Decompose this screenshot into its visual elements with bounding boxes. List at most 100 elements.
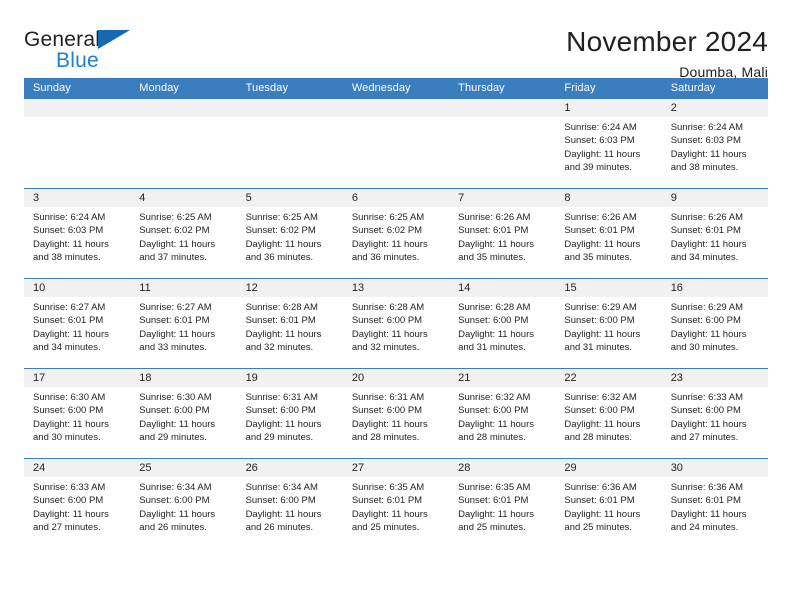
sunset-text: Sunset: 6:02 PM [245, 225, 316, 237]
day-details: Sunrise: 6:33 AM Sunset: 6:00 PM Daylight:… [662, 387, 768, 445]
calendar-day-cell[interactable]: 9 Sunrise: 6:26 AM Sunset: 6:01 PM Daylight… [661, 189, 768, 278]
calendar-day-cell[interactable]: 23 Sunrise: 6:33 AM Sunset: 6:00 PM Dayligh… [661, 369, 768, 458]
logo-triangle-icon [98, 30, 130, 49]
calendar-day-cell-empty [236, 99, 343, 188]
calendar-day-cell[interactable]: 15 Sunrise: 6:29 AM Sunset: 6:00 PM Dayligh… [555, 279, 662, 368]
day-details: Sunrise: 6:31 AM Sunset: 6:00 PM Daylight:… [237, 387, 343, 445]
calendar-day-cell[interactable]: 30 Sunrise: 6:36 AM Sunset: 6:01 PM Dayligh… [661, 459, 768, 548]
sunset-text: Sunset: 6:00 PM [139, 405, 210, 417]
weekday-header-row: Sunday Monday Tuesday Wednesday Thursday Frid… [24, 78, 768, 99]
general-blue-logo[interactable]: General Blue [24, 26, 136, 74]
day-number: 16 [661, 279, 768, 297]
day-number [24, 99, 131, 117]
day-number: 13 [342, 279, 450, 297]
daylight-text: Daylight: 11 hours and 25 minutes. [458, 508, 534, 534]
calendar-day-cell[interactable]: 3 Sunrise: 6:24 AM Sunset: 6:03 PM Daylight… [24, 189, 131, 278]
sunset-text: Sunset: 6:00 PM [458, 405, 529, 417]
day-number: 29 [555, 459, 662, 477]
calendar-day-cell[interactable]: 7 Sunrise: 6:26 AM Sunset: 6:01 PM Daylight… [449, 189, 556, 278]
daylight-text: Daylight: 11 hours and 34 minutes. [33, 328, 109, 354]
sunset-text: Sunset: 6:03 PM [564, 135, 635, 147]
calendar-week-row: 3 Sunrise: 6:24 AM Sunset: 6:03 PM Daylight… [24, 188, 768, 278]
calendar-day-cell[interactable]: 6 Sunrise: 6:25 AM Sunset: 6:02 PM Daylight… [342, 189, 450, 278]
daylight-text: Daylight: 11 hours and 34 minutes. [670, 238, 747, 264]
day-number: 8 [555, 189, 662, 207]
sunrise-text: Sunrise: 6:27 AM [139, 302, 212, 313]
calendar-day-cell[interactable]: 10 Sunrise: 6:27 AM Sunset: 6:01 PM Dayligh… [24, 279, 131, 368]
sunset-text: Sunset: 6:00 PM [670, 405, 741, 417]
calendar-day-cell[interactable]: 21 Sunrise: 6:32 AM Sunset: 6:00 PM Dayligh… [449, 369, 556, 458]
calendar-grid: Sunday Monday Tuesday Wednesday Thursday Frid… [24, 78, 768, 548]
page-header: General Blue November 2024 Doumba, Mali [24, 0, 768, 80]
daylight-text: Daylight: 11 hours and 35 minutes. [458, 238, 534, 264]
daylight-text: Daylight: 11 hours and 32 minutes. [245, 328, 322, 354]
calendar-day-cell[interactable]: 16 Sunrise: 6:29 AM Sunset: 6:00 PM Dayligh… [661, 279, 768, 368]
calendar-day-cell[interactable]: 4 Sunrise: 6:25 AM Sunset: 6:02 PM Daylight… [130, 189, 237, 278]
daylight-text: Daylight: 11 hours and 36 minutes. [351, 238, 428, 264]
day-number: 30 [661, 459, 768, 477]
calendar-day-cell[interactable]: 27 Sunrise: 6:35 AM Sunset: 6:01 PM Dayligh… [342, 459, 450, 548]
daylight-text: Daylight: 11 hours and 30 minutes. [33, 418, 109, 444]
calendar-day-cell[interactable]: 19 Sunrise: 6:31 AM Sunset: 6:00 PM Dayligh… [236, 369, 343, 458]
weekday-header-monday: Monday [139, 82, 180, 94]
sunset-text: Sunset: 6:01 PM [670, 225, 741, 237]
calendar-day-cell[interactable]: 12 Sunrise: 6:28 AM Sunset: 6:01 PM Dayligh… [236, 279, 343, 368]
sunset-text: Sunset: 6:01 PM [670, 495, 741, 507]
sunrise-text: Sunrise: 6:26 AM [670, 212, 744, 223]
daylight-text: Daylight: 11 hours and 35 minutes. [564, 238, 641, 264]
day-details: Sunrise: 6:25 AM Sunset: 6:02 PM Daylight:… [343, 207, 449, 265]
calendar-day-cell[interactable]: 17 Sunrise: 6:30 AM Sunset: 6:00 PM Dayligh… [24, 369, 131, 458]
sunrise-text: Sunrise: 6:28 AM [351, 302, 425, 313]
day-details: Sunrise: 6:24 AM Sunset: 6:03 PM Daylight:… [24, 207, 130, 265]
sunrise-text: Sunrise: 6:34 AM [139, 482, 212, 493]
sunrise-text: Sunrise: 6:29 AM [670, 302, 744, 313]
sunset-text: Sunset: 6:02 PM [139, 225, 210, 237]
calendar-day-cell[interactable]: 28 Sunrise: 6:35 AM Sunset: 6:01 PM Dayligh… [449, 459, 556, 548]
sunrise-text: Sunrise: 6:36 AM [670, 482, 744, 493]
sunset-text: Sunset: 6:02 PM [351, 225, 423, 237]
day-details: Sunrise: 6:24 AM Sunset: 6:03 PM Daylight:… [662, 117, 768, 175]
calendar-day-cell[interactable]: 20 Sunrise: 6:31 AM Sunset: 6:00 PM Dayligh… [342, 369, 450, 458]
calendar-day-cell[interactable]: 14 Sunrise: 6:28 AM Sunset: 6:00 PM Dayligh… [449, 279, 556, 368]
calendar-day-cell[interactable]: 8 Sunrise: 6:26 AM Sunset: 6:01 PM Daylight… [555, 189, 662, 278]
calendar-day-cell[interactable]: 5 Sunrise: 6:25 AM Sunset: 6:02 PM Daylight… [236, 189, 343, 278]
day-number: 12 [236, 279, 343, 297]
daylight-text: Daylight: 11 hours and 28 minutes. [351, 418, 428, 444]
day-number: 24 [24, 459, 131, 477]
calendar-day-cell[interactable]: 11 Sunrise: 6:27 AM Sunset: 6:01 PM Dayligh… [130, 279, 237, 368]
day-number: 7 [449, 189, 556, 207]
calendar-day-cell[interactable]: 18 Sunrise: 6:30 AM Sunset: 6:00 PM Dayligh… [130, 369, 237, 458]
calendar-day-cell-empty [24, 99, 131, 188]
sunset-text: Sunset: 6:01 PM [139, 315, 210, 327]
day-number: 23 [661, 369, 768, 387]
sunset-text: Sunset: 6:00 PM [564, 315, 635, 327]
day-details: Sunrise: 6:35 AM Sunset: 6:01 PM Daylight:… [343, 477, 449, 535]
day-number [449, 99, 556, 117]
day-details: Sunrise: 6:26 AM Sunset: 6:01 PM Daylight:… [662, 207, 768, 265]
calendar-day-cell[interactable]: 2 Sunrise: 6:24 AM Sunset: 6:03 PM Daylight… [661, 99, 768, 188]
daylight-text: Daylight: 11 hours and 26 minutes. [139, 508, 216, 534]
sunrise-text: Sunrise: 6:24 AM [564, 122, 637, 133]
sunrise-text: Sunrise: 6:35 AM [458, 482, 531, 493]
calendar-day-cell[interactable]: 24 Sunrise: 6:33 AM Sunset: 6:00 PM Dayligh… [24, 459, 131, 548]
calendar-day-cell[interactable]: 26 Sunrise: 6:34 AM Sunset: 6:00 PM Dayligh… [236, 459, 343, 548]
day-details: Sunrise: 6:29 AM Sunset: 6:00 PM Daylight:… [662, 297, 768, 355]
day-number [342, 99, 450, 117]
calendar-day-cell[interactable]: 1 Sunrise: 6:24 AM Sunset: 6:03 PM Daylight… [555, 99, 662, 188]
calendar-day-cell[interactable]: 25 Sunrise: 6:34 AM Sunset: 6:00 PM Dayligh… [130, 459, 237, 548]
day-number: 5 [236, 189, 343, 207]
calendar-day-cell-empty [449, 99, 556, 188]
calendar-week-row: 17 Sunrise: 6:30 AM Sunset: 6:00 PM Dayligh… [24, 368, 768, 458]
calendar-day-cell[interactable]: 29 Sunrise: 6:36 AM Sunset: 6:01 PM Dayligh… [555, 459, 662, 548]
day-details: Sunrise: 6:34 AM Sunset: 6:00 PM Daylight:… [130, 477, 236, 535]
calendar-day-cell[interactable]: 22 Sunrise: 6:32 AM Sunset: 6:00 PM Dayligh… [555, 369, 662, 458]
sunrise-text: Sunrise: 6:25 AM [139, 212, 212, 223]
day-number: 2 [661, 99, 768, 117]
page-title: November 2024 [566, 26, 768, 57]
calendar-day-cell[interactable]: 13 Sunrise: 6:28 AM Sunset: 6:00 PM Dayligh… [342, 279, 450, 368]
calendar-page: General Blue November 2024 Doumba, Mali … [0, 0, 792, 612]
sunrise-text: Sunrise: 6:32 AM [564, 392, 637, 403]
sunset-text: Sunset: 6:01 PM [458, 495, 529, 507]
calendar-week-row: 10 Sunrise: 6:27 AM Sunset: 6:01 PM Dayligh… [24, 278, 768, 368]
day-details: Sunrise: 6:36 AM Sunset: 6:01 PM Daylight:… [662, 477, 768, 535]
